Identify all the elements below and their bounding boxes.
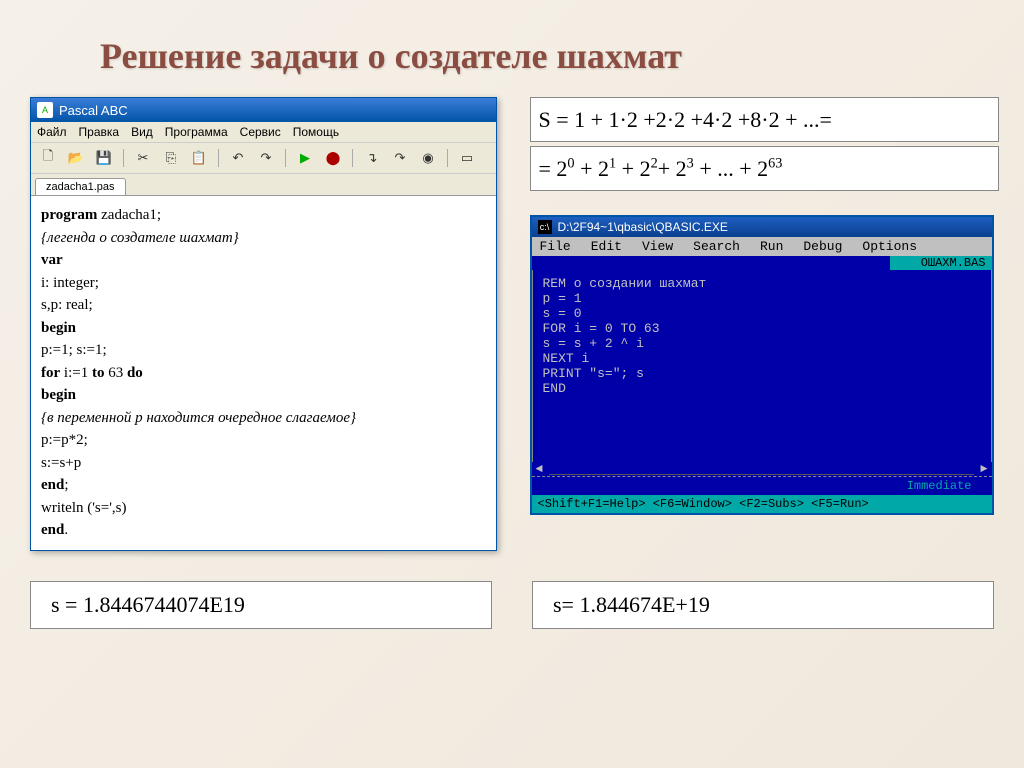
menu-help[interactable]: Помощь (293, 125, 339, 139)
pascal-title-text: Pascal ABC (59, 103, 128, 118)
toolbar-separator (123, 149, 124, 167)
qbasic-immediate-label: Immediate (532, 476, 992, 495)
toolbar-separator (218, 149, 219, 167)
pascal-menubar: Файл Правка Вид Программа Сервис Помощь (31, 122, 496, 143)
qbasic-title-text: D:\2F94~1\qbasic\QBASIC.EXE (558, 220, 728, 234)
cut-icon[interactable]: ✂ (132, 147, 154, 169)
stop-icon[interactable]: ⬤ (322, 147, 344, 169)
qb-menu-view[interactable]: View (638, 239, 677, 254)
qb-menu-file[interactable]: File (536, 239, 575, 254)
undo-icon[interactable]: ↶ (227, 147, 249, 169)
qbasic-file-label: ОШАХМ.BAS (890, 256, 992, 270)
paste-icon[interactable]: 📋 (188, 147, 210, 169)
qb-menu-run[interactable]: Run (756, 239, 787, 254)
pascal-titlebar: A Pascal ABC (31, 98, 496, 122)
qb-menu-edit[interactable]: Edit (587, 239, 626, 254)
menu-file[interactable]: Файл (37, 125, 67, 139)
copy-icon[interactable]: ⎘ (160, 147, 182, 169)
slide-title: Решение задачи о создателе шахмат (0, 0, 1024, 97)
menu-service[interactable]: Сервис (240, 125, 281, 139)
qbasic-editor[interactable]: REM о создании шахматp = 1s = 0FOR i = 0… (532, 270, 992, 462)
save-file-icon[interactable]: 💾 (93, 147, 115, 169)
qbasic-window: c:\ D:\2F94~1\qbasic\QBASIC.EXE File Edi… (530, 215, 994, 515)
qbasic-menubar: File Edit View Search Run Debug Options (532, 237, 992, 256)
menu-edit[interactable]: Правка (79, 125, 120, 139)
menu-program[interactable]: Программа (165, 125, 228, 139)
pascal-tabbar: zadacha1.pas (31, 174, 496, 195)
result-left: s = 1.8446744074E19 (30, 581, 492, 629)
toolbar-separator (285, 149, 286, 167)
pascal-tab[interactable]: zadacha1.pas (35, 178, 126, 195)
cmd-icon: c:\ (538, 220, 552, 234)
toolbar-separator (447, 149, 448, 167)
pascal-editor[interactable]: program zadacha1;{легенда о создателе ша… (31, 195, 496, 550)
output-icon[interactable]: ▭ (456, 147, 478, 169)
step-into-icon[interactable]: ↴ (361, 147, 383, 169)
qb-menu-options[interactable]: Options (858, 239, 921, 254)
qbasic-titlebar: c:\ D:\2F94~1\qbasic\QBASIC.EXE (532, 217, 992, 237)
formula-line-2: = 20 + 21 + 22+ 23 + ... + 263 (530, 146, 1000, 191)
result-right: s= 1.844674E+19 (532, 581, 994, 629)
menu-view[interactable]: Вид (131, 125, 153, 139)
redo-icon[interactable]: ↷ (255, 147, 277, 169)
open-file-icon[interactable]: 📂 (65, 147, 87, 169)
toolbar-separator (352, 149, 353, 167)
qb-menu-debug[interactable]: Debug (799, 239, 846, 254)
breakpoint-icon[interactable]: ◉ (417, 147, 439, 169)
formula-line-1: S = 1 + 1·2 +2·2 +4·2 +8·2 + ...= (530, 97, 1000, 142)
run-icon[interactable]: ▶ (294, 147, 316, 169)
qbasic-statusbar: <Shift+F1=Help> <F6=Window> <F2=Subs> <F… (532, 495, 992, 513)
qb-menu-search[interactable]: Search (689, 239, 744, 254)
qbasic-scrollbar[interactable]: ◄► (532, 462, 992, 476)
pascal-toolbar: 🗋 📂 💾 ✂ ⎘ 📋 ↶ ↷ ▶ ⬤ ↴ ↷ ◉ ▭ (31, 143, 496, 174)
pascal-window: A Pascal ABC Файл Правка Вид Программа С… (30, 97, 497, 551)
step-over-icon[interactable]: ↷ (389, 147, 411, 169)
pascal-app-icon: A (37, 102, 53, 118)
new-file-icon[interactable]: 🗋 (37, 147, 59, 169)
